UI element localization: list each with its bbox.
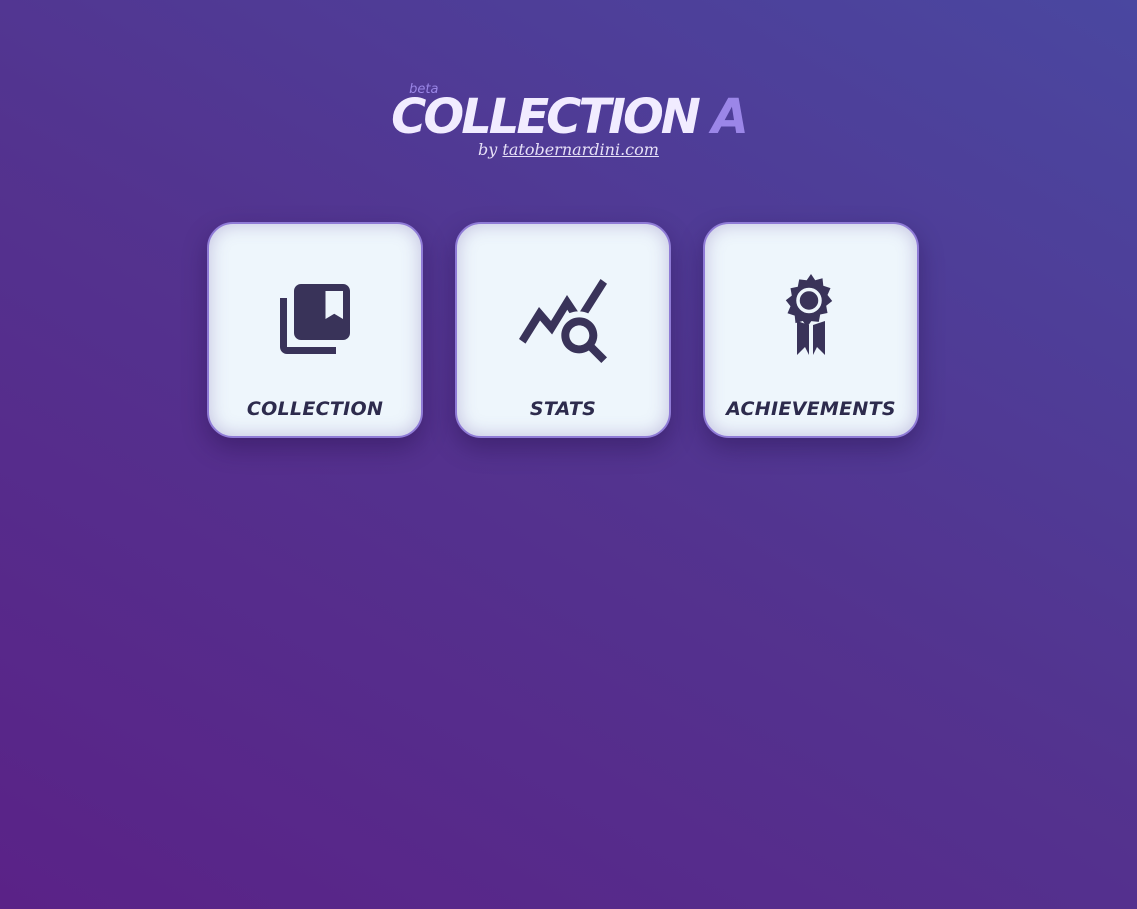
app-title-accent: A — [711, 89, 749, 145]
award-ribbon-icon — [705, 274, 917, 364]
byline-prefix: by — [478, 140, 503, 159]
stats-card-label: STATS — [529, 398, 597, 420]
achievements-card[interactable]: ACHIEVEMENTS — [703, 222, 919, 438]
stats-card[interactable]: STATS — [455, 222, 671, 438]
achievements-card-label: ACHIEVEMENTS — [726, 398, 896, 420]
menu-cards: COLLECTION STATS ACHIEVEMENTS — [207, 222, 919, 438]
app-title: COLLECTION A — [391, 80, 749, 145]
library-bookmark-icon — [209, 274, 421, 364]
chart-search-icon — [457, 274, 669, 364]
beta-label: beta — [409, 82, 439, 97]
app-title-main: COLLECTION — [391, 89, 712, 145]
app-header: beta COLLECTION A by tatobernardini.com — [0, 80, 1137, 159]
author-link[interactable]: tatobernardini.com — [502, 140, 659, 159]
title-block: beta COLLECTION A by tatobernardini.com — [391, 80, 749, 159]
collection-card[interactable]: COLLECTION — [207, 222, 423, 438]
collection-card-label: COLLECTION — [246, 398, 384, 420]
